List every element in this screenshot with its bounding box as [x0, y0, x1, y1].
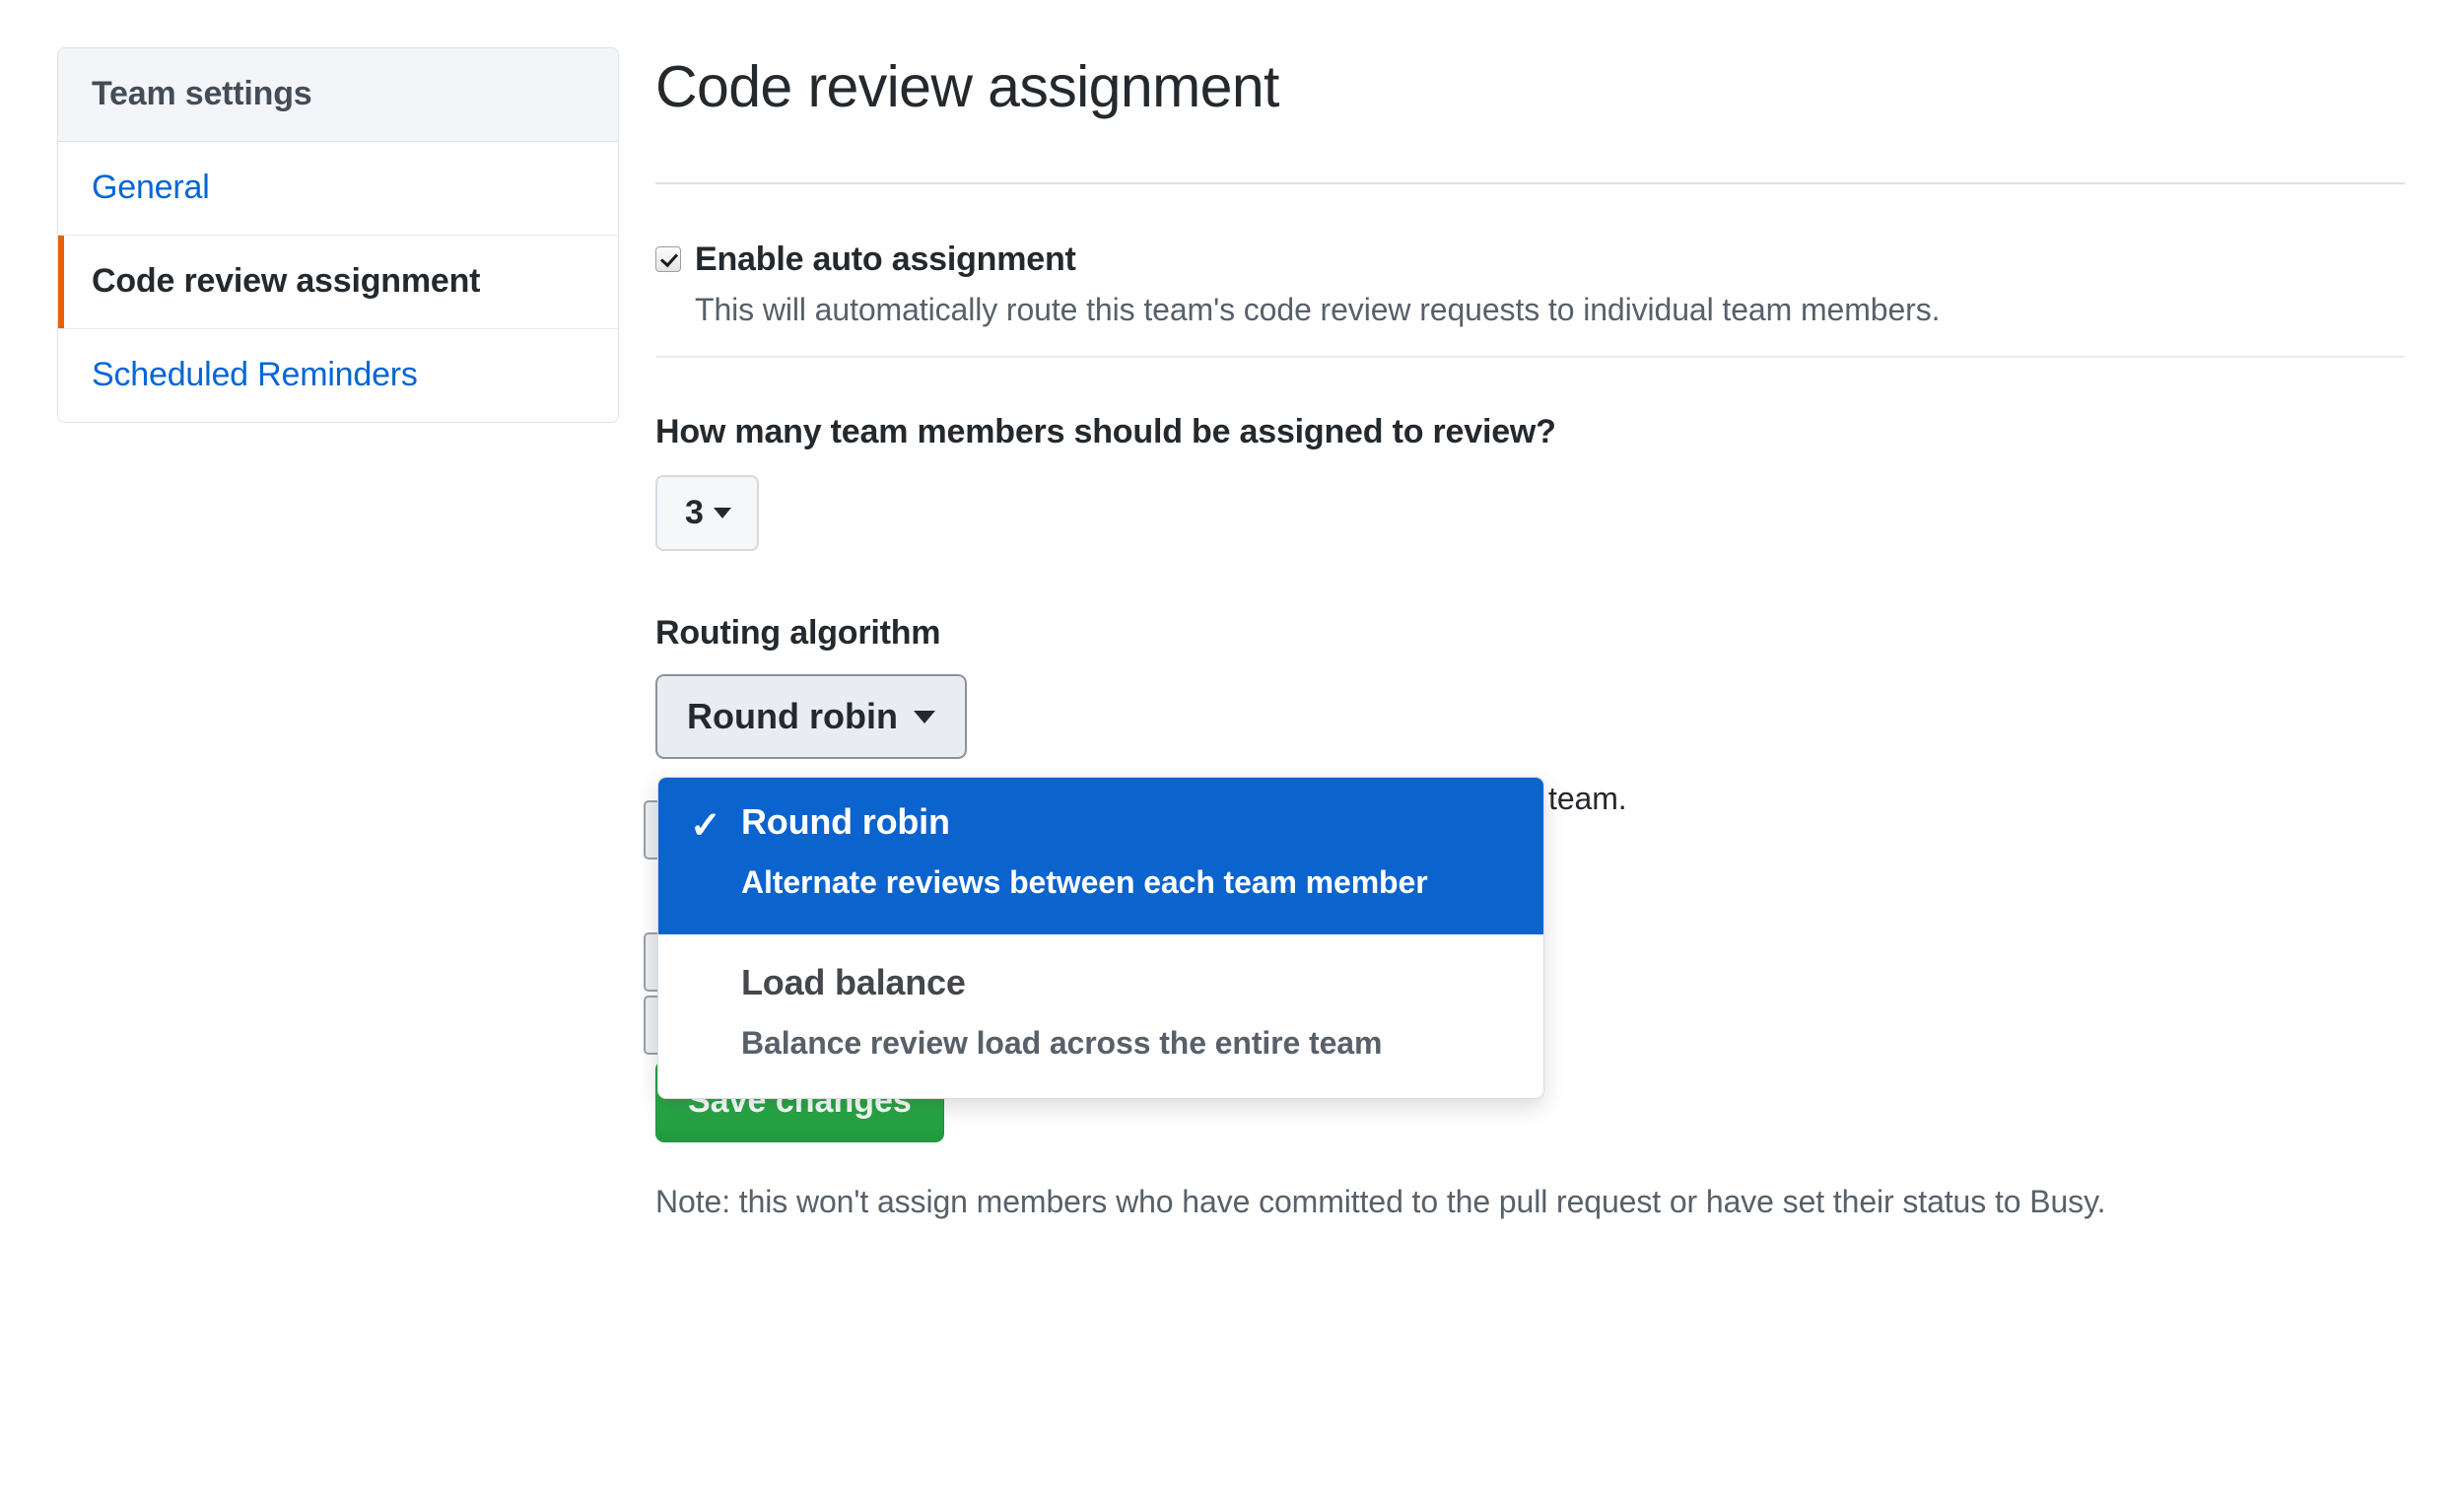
- assignment-note: Note: this won't assign members who have…: [655, 1184, 2106, 1220]
- dropdown-option-title: Load balance: [741, 961, 966, 1002]
- caret-down-icon: [913, 710, 935, 723]
- routing-algorithm-label: Routing algorithm: [655, 614, 941, 653]
- main-content: Code review assignment Enable auto assig…: [644, 47, 2405, 1219]
- page-title: Code review assignment: [655, 54, 1279, 119]
- member-count-question: How many team members should be assigned…: [655, 413, 1556, 451]
- sidebar-item-code-review-assignment[interactable]: Code review assignment: [58, 236, 618, 329]
- caret-down-icon: [713, 508, 731, 519]
- member-count-select[interactable]: 3: [655, 475, 759, 552]
- sidebar-item-general[interactable]: General: [58, 142, 618, 236]
- team-settings-sidebar: Team settings General Code review assign…: [57, 47, 619, 423]
- sidebar-item-label: General: [92, 169, 210, 206]
- enable-auto-assignment-row[interactable]: Enable auto assignment: [655, 239, 2405, 281]
- routing-algorithm-value: Round robin: [687, 696, 898, 737]
- routing-algorithm-region: Round robin ire team. ✓ Round robin Alte…: [644, 653, 2405, 1219]
- sidebar-item-label: Code review assignment: [92, 262, 481, 300]
- enable-auto-assignment-label: Enable auto assignment: [695, 240, 1076, 278]
- section-divider: [655, 356, 2405, 359]
- dropdown-option-description: Alternate reviews between each team memb…: [741, 864, 1428, 901]
- sidebar-item-scheduled-reminders[interactable]: Scheduled Reminders: [58, 329, 618, 422]
- dropdown-option-load-balance[interactable]: ✓ Load balance Balance review load acros…: [658, 934, 1543, 1098]
- routing-algorithm-select[interactable]: Round robin: [655, 674, 967, 760]
- dropdown-option-round-robin[interactable]: ✓ Round robin Alternate reviews between …: [658, 778, 1543, 934]
- routing-algorithm-dropdown[interactable]: ✓ Round robin Alternate reviews between …: [657, 777, 1544, 1099]
- sidebar-item-label: Scheduled Reminders: [92, 356, 418, 393]
- dropdown-option-description: Balance review load across the entire te…: [741, 1024, 1383, 1061]
- enable-auto-assignment-description: This will automatically route this team'…: [695, 292, 1941, 328]
- check-icon: ✓: [690, 805, 721, 848]
- dropdown-option-title: Round robin: [741, 801, 950, 843]
- member-count-value: 3: [685, 494, 704, 532]
- enable-auto-assignment-checkbox[interactable]: [655, 245, 681, 272]
- title-divider: [655, 181, 2405, 184]
- routing-algorithm-description: ire team.: [1505, 781, 1627, 817]
- sidebar-header: Team settings: [58, 48, 618, 142]
